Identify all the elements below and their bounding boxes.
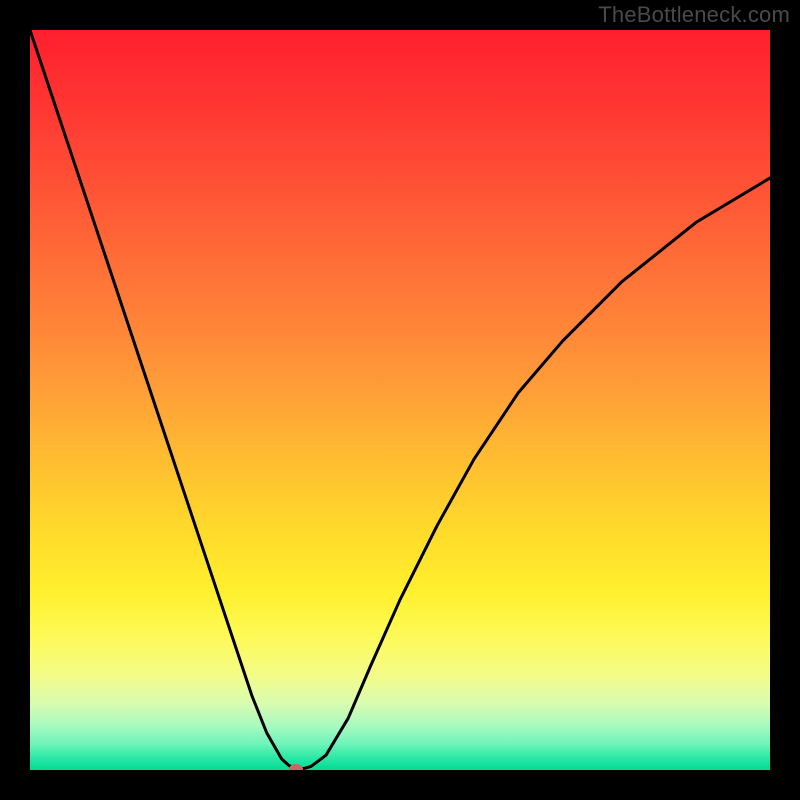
watermark-text: TheBottleneck.com: [598, 2, 790, 28]
optimum-marker: [289, 764, 303, 770]
bottleneck-curve: [30, 30, 770, 770]
chart-frame: TheBottleneck.com: [0, 0, 800, 800]
plot-area: [30, 30, 770, 770]
